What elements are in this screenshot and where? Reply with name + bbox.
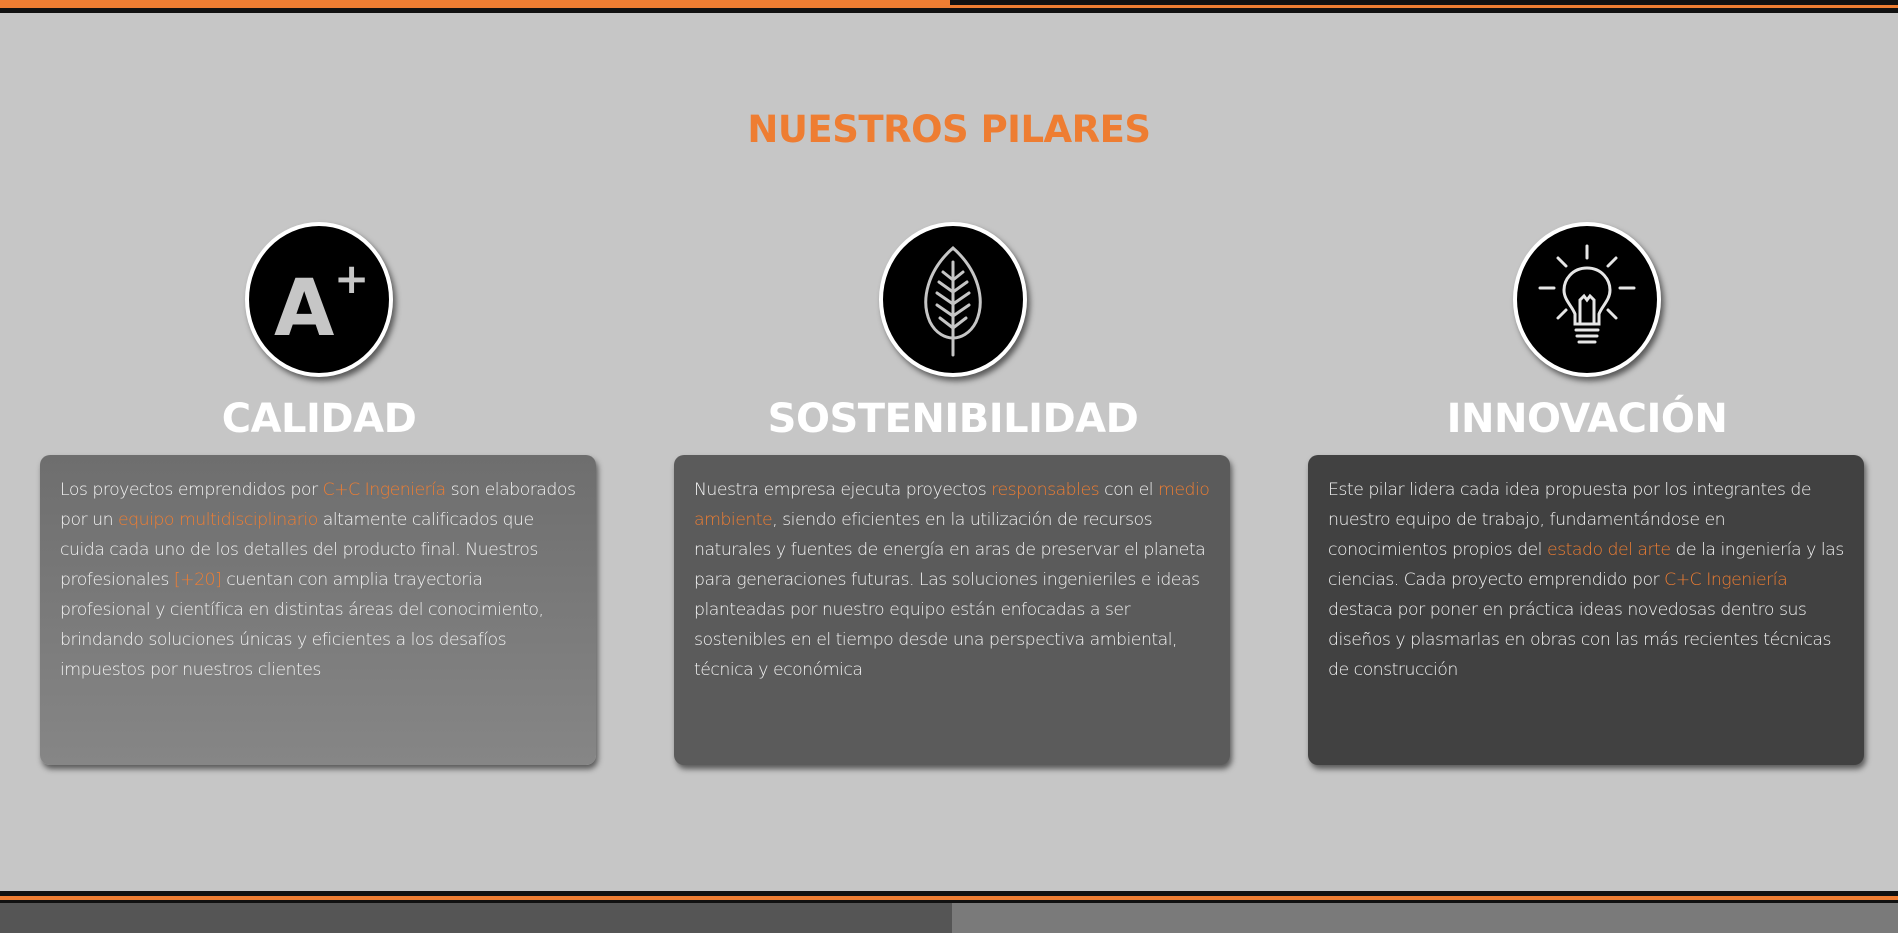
pillar-title: CALIDAD	[221, 396, 417, 442]
leaf-icon	[879, 222, 1027, 377]
bottom-border-accent-line	[0, 896, 1898, 900]
pillar-highlight: equipo multidisciplinario	[118, 510, 318, 530]
pillar-card: Los proyectos emprendidos por C+C Ingeni…	[40, 455, 596, 765]
pillar-title: SOSTENIBILIDAD	[767, 396, 1139, 442]
pillar-text: Nuestra empresa ejecuta proyectos	[694, 480, 992, 500]
pillar-highlight: C+C Ingeniería	[322, 480, 447, 500]
bottom-border	[0, 891, 1898, 933]
pillar-card: Este pilar lidera cada idea propuesta po…	[1308, 455, 1864, 765]
pillar-sostenibilidad: SOSTENIBILIDAD Nuestra empresa ejecuta p…	[674, 222, 1232, 765]
pillar-innovacion: INNOVACIÓN Este pilar lidera cada idea p…	[1308, 222, 1866, 765]
top-border	[0, 0, 1898, 13]
pillar-highlight: C+C Ingeniería	[1664, 570, 1788, 590]
footer-panel-left	[0, 903, 952, 933]
svg-text:+: +	[334, 254, 369, 303]
top-border-accent-line	[0, 5, 1898, 8]
pillar-highlight: estado del arte	[1546, 540, 1671, 560]
section-title: NUESTROS PILARES	[747, 108, 1151, 151]
svg-text:A: A	[274, 264, 334, 354]
lightbulb-icon	[1513, 222, 1661, 377]
a-plus-icon: A +	[245, 222, 393, 377]
pillar-text: con el	[1099, 480, 1159, 500]
pillar-text: Los proyectos emprendidos por	[60, 480, 323, 500]
pillar-calidad: A + CALIDAD Los proyectos emprendidos po…	[40, 222, 598, 765]
pillar-card: Nuestra empresa ejecuta proyectos respon…	[674, 455, 1230, 765]
pillar-title: INNOVACIÓN	[1446, 396, 1728, 442]
pillar-text: , siendo eficientes en la utilización de…	[694, 510, 1206, 680]
pillar-highlight: responsables	[991, 480, 1100, 500]
footer-panel-right	[952, 903, 1898, 933]
pillar-text: destaca por poner en práctica ideas nove…	[1328, 600, 1831, 680]
pillar-highlight: [+20]	[173, 570, 222, 590]
